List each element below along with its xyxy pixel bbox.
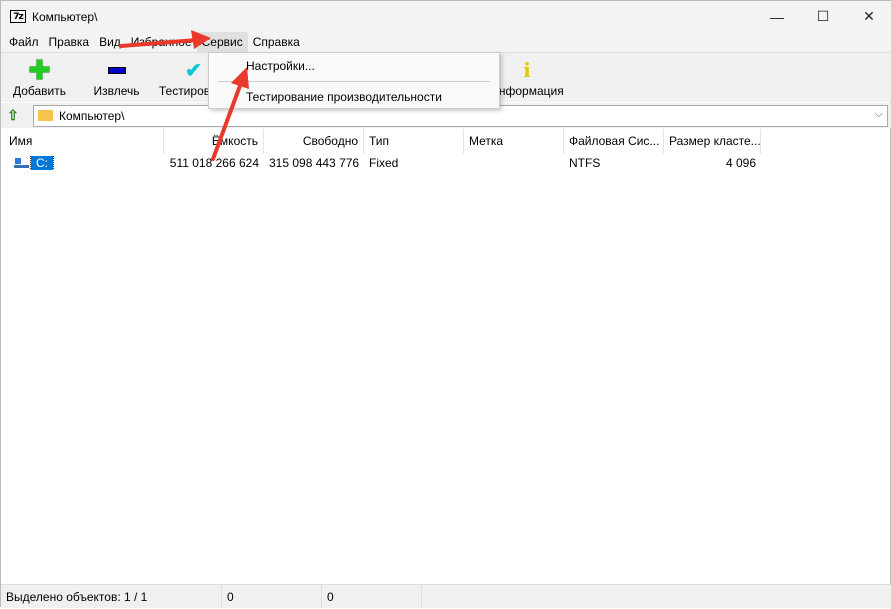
extract-button[interactable]: Извлечь bbox=[78, 53, 155, 102]
column-capacity[interactable]: Ёмкость bbox=[164, 129, 264, 154]
window-title: Компьютер\ bbox=[32, 9, 98, 24]
minimize-button[interactable]: — bbox=[754, 1, 800, 32]
maximize-button[interactable]: ☐ bbox=[800, 1, 846, 32]
cell-cluster-size: 4 096 bbox=[725, 156, 756, 170]
chevron-down-icon[interactable]: ⌵ bbox=[875, 108, 883, 121]
column-cluster-size[interactable]: Размер класте... bbox=[664, 129, 761, 154]
menu-edit[interactable]: Правка bbox=[44, 32, 95, 52]
cell-free: 315 098 443 776 bbox=[269, 156, 360, 170]
address-path: Компьютер\ bbox=[59, 108, 125, 123]
up-folder-icon[interactable]: ⇧ bbox=[1, 105, 25, 127]
menu-favorites[interactable]: Избранное bbox=[126, 32, 197, 52]
column-filesystem[interactable]: Файловая Сис... bbox=[564, 129, 664, 154]
menu-view[interactable]: Вид bbox=[94, 32, 126, 52]
drive-icon bbox=[14, 157, 29, 168]
column-name[interactable]: Имя bbox=[4, 129, 164, 154]
table-row[interactable]: C: 511 018 266 624 315 098 443 776 Fixed… bbox=[4, 154, 889, 172]
add-button[interactable]: ✚ Добавить bbox=[1, 53, 78, 102]
tools-dropdown-menu: Настройки... Тестирование производительн… bbox=[208, 52, 500, 109]
file-list: Имя Ёмкость Свободно Тип Метка Файловая … bbox=[4, 129, 889, 581]
column-type[interactable]: Тип bbox=[364, 129, 464, 154]
cell-capacity: 511 018 266 624 bbox=[169, 156, 259, 170]
status-selected: Выделено объектов: 1 / 1 bbox=[1, 585, 222, 608]
add-label: Добавить bbox=[12, 84, 67, 98]
menu-file[interactable]: Файл bbox=[4, 32, 44, 52]
app-logo-icon: 7z bbox=[10, 10, 26, 23]
info-icon: i bbox=[523, 58, 531, 82]
title-bar: 7z Компьютер\ — ☐ ✕ bbox=[1, 1, 891, 32]
check-icon: ✔ bbox=[185, 59, 202, 82]
drive-name[interactable]: C: bbox=[30, 155, 54, 170]
status-size: 0 bbox=[222, 585, 322, 608]
cell-type: Fixed bbox=[369, 156, 399, 170]
menu-bar: Файл Правка Вид Избранное Сервис Справка bbox=[1, 32, 891, 52]
status-packed: 0 bbox=[322, 585, 422, 608]
cell-filesystem: NTFS bbox=[569, 156, 601, 170]
close-button[interactable]: ✕ bbox=[846, 1, 891, 32]
menu-tools[interactable]: Сервис bbox=[196, 32, 248, 52]
folder-icon bbox=[38, 110, 53, 121]
menu-item-settings[interactable]: Настройки... bbox=[246, 56, 315, 76]
menu-item-benchmark[interactable]: Тестирование производительности bbox=[246, 87, 442, 107]
plus-icon: ✚ bbox=[28, 54, 51, 85]
menu-help[interactable]: Справка bbox=[248, 32, 305, 52]
extract-label: Извлечь bbox=[93, 84, 140, 98]
column-headers: Имя Ёмкость Свободно Тип Метка Файловая … bbox=[4, 129, 889, 154]
menu-separator bbox=[218, 81, 490, 82]
info-label: Информация bbox=[490, 84, 564, 98]
column-free[interactable]: Свободно bbox=[264, 129, 364, 154]
column-label[interactable]: Метка bbox=[464, 129, 564, 154]
minus-icon bbox=[107, 59, 126, 81]
status-bar: Выделено объектов: 1 / 1 0 0 bbox=[1, 584, 891, 608]
